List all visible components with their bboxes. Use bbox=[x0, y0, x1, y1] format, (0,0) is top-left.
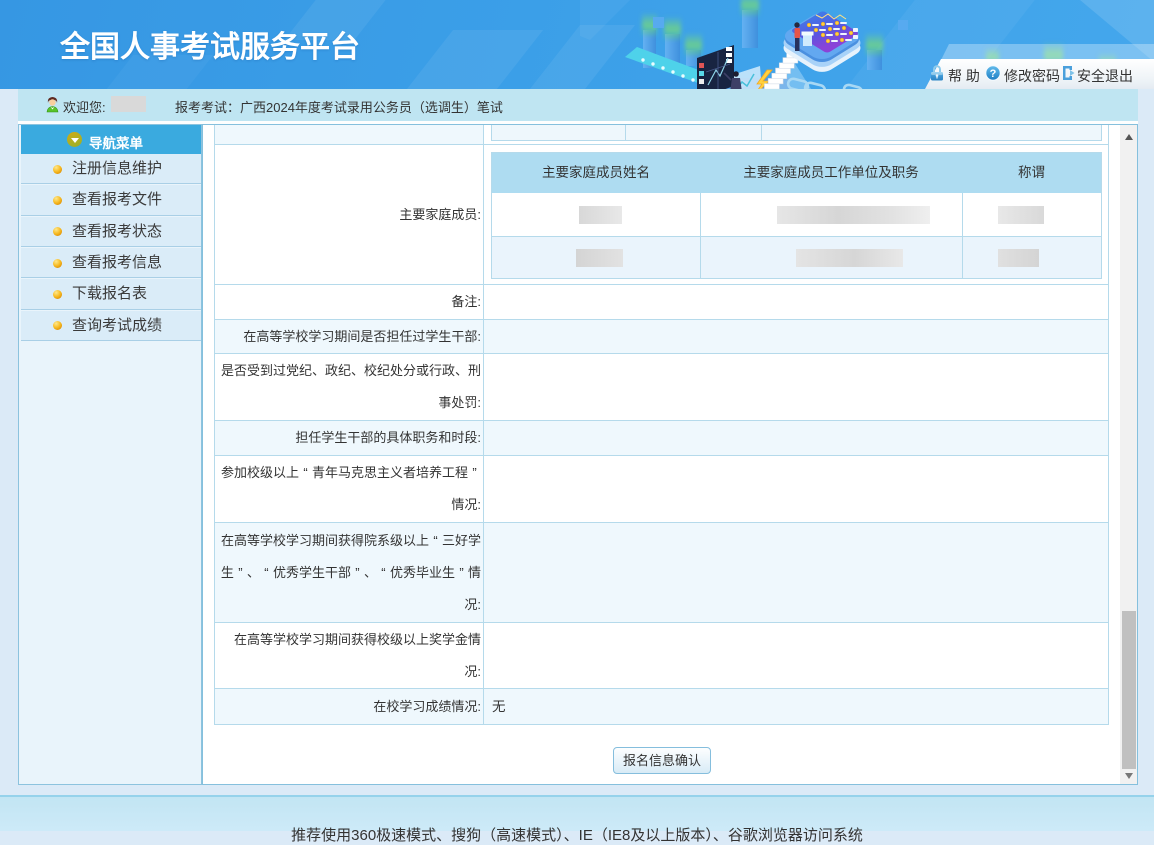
svg-text:?: ? bbox=[990, 68, 997, 80]
